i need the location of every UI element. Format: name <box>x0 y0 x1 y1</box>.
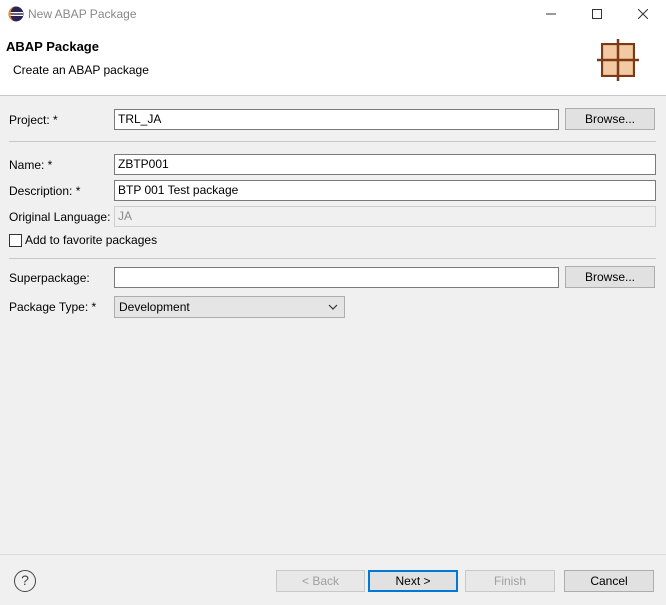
window-title: New ABAP Package <box>28 7 137 21</box>
project-label: Project: * <box>9 113 58 127</box>
page-title: ABAP Package <box>6 39 99 54</box>
abap-package-icon <box>597 39 639 81</box>
cancel-button[interactable]: Cancel <box>564 570 654 592</box>
package-type-value: Development <box>119 300 190 314</box>
project-field[interactable]: TRL_JA <box>114 109 559 130</box>
minimize-icon <box>546 13 556 15</box>
package-type-label: Package Type: * <box>9 300 97 314</box>
footer-separator <box>0 554 666 555</box>
name-label: Name: * <box>9 158 53 172</box>
maximize-icon <box>592 9 602 19</box>
superpackage-browse-button[interactable]: Browse... <box>565 266 655 288</box>
maximize-button[interactable] <box>574 0 620 28</box>
package-type-select[interactable]: Development <box>114 296 345 318</box>
finish-button[interactable]: Finish <box>465 570 555 592</box>
help-button[interactable]: ? <box>14 570 36 592</box>
back-button[interactable]: < Back <box>276 570 365 592</box>
original-language-field: JA <box>114 206 656 227</box>
superpackage-field[interactable] <box>114 267 559 288</box>
separator <box>9 141 656 142</box>
wizard-banner: ABAP Package Create an ABAP package <box>0 28 666 96</box>
chevron-down-icon <box>328 304 338 310</box>
next-button[interactable]: Next > <box>368 570 458 592</box>
description-field[interactable]: BTP 001 Test package <box>114 180 656 201</box>
close-icon <box>638 9 648 19</box>
new-abap-package-dialog: New ABAP Package ABAP Package Create an … <box>0 0 666 605</box>
title-bar: New ABAP Package <box>0 0 666 28</box>
help-icon: ? <box>21 572 29 588</box>
name-field[interactable]: ZBTP001 <box>114 154 656 175</box>
favorite-label[interactable]: Add to favorite packages <box>25 233 157 247</box>
separator <box>9 258 656 259</box>
project-browse-button[interactable]: Browse... <box>565 108 655 130</box>
favorite-checkbox[interactable] <box>9 234 22 247</box>
description-label: Description: * <box>9 184 81 198</box>
eclipse-icon <box>8 6 24 22</box>
close-button[interactable] <box>620 0 666 28</box>
minimize-button[interactable] <box>528 0 574 28</box>
page-subtitle: Create an ABAP package <box>13 63 149 77</box>
superpackage-label: Superpackage: <box>9 271 90 285</box>
original-language-label: Original Language: <box>9 210 111 224</box>
